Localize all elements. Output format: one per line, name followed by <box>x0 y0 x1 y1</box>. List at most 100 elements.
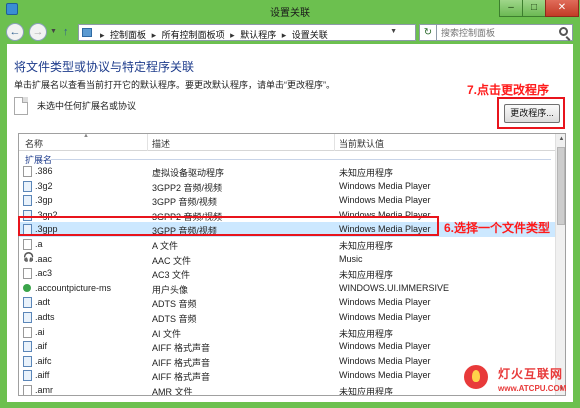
breadcrumb-separator-icon[interactable]: ▸ <box>282 30 287 40</box>
scroll-up-icon[interactable]: ▲ <box>556 134 565 145</box>
scroll-thumb[interactable] <box>557 147 565 225</box>
recent-pages-dropdown-icon[interactable]: ▼ <box>50 28 58 38</box>
media-file-icon <box>23 297 32 309</box>
cell-default: 未知应用程序 <box>339 270 394 281</box>
table-row[interactable]: .3gp 3GPP 音频/视频 Windows Media Player <box>19 193 555 208</box>
cell-desc: AAC 文件 <box>152 255 192 266</box>
cell-desc: 3GPP 音频/视频 <box>152 197 217 208</box>
cell-name: .aac <box>35 253 53 264</box>
table-row[interactable]: 🎧 .aac AAC 文件 Music <box>19 252 555 267</box>
vertical-scrollbar[interactable]: ▲ ▼ <box>555 134 565 395</box>
table-row[interactable]: .adts ADTS 音频 Windows Media Player <box>19 310 555 325</box>
cell-desc: 3GPP2 音频/视频 <box>152 182 223 193</box>
cell-default: Windows Media Player <box>339 297 431 308</box>
table-row[interactable]: .a A 文件 未知应用程序 <box>19 237 555 252</box>
breadcrumb-item[interactable]: 所有控制面板项 <box>162 30 225 40</box>
chevron-down-icon[interactable]: ▼ <box>390 28 397 35</box>
search-input[interactable] <box>437 25 549 40</box>
cell-name: .3gp <box>35 195 53 206</box>
cell-default: WINDOWS.UI.IMMERSIVE <box>339 282 449 293</box>
group-divider <box>51 159 551 160</box>
search-icon[interactable] <box>559 27 568 36</box>
cell-desc: AMR 文件 <box>152 386 193 396</box>
table-row[interactable]: .386 虚拟设备驱动程序 未知应用程序 <box>19 164 555 179</box>
column-header-default[interactable]: 当前默认值 <box>339 137 384 150</box>
cell-default: 未知应用程序 <box>339 240 394 251</box>
minimize-button[interactable]: – <box>499 0 523 17</box>
close-button[interactable]: ✕ <box>545 0 579 17</box>
cell-name: .a <box>35 238 43 249</box>
table-row[interactable]: .ac3 AC3 文件 未知应用程序 <box>19 266 555 281</box>
cell-desc: 用户头像 <box>152 284 189 295</box>
breadcrumb-separator-icon[interactable]: ▸ <box>230 30 235 40</box>
table-row[interactable]: .accountpicture-ms 用户头像 WINDOWS.UI.IMMERSI… <box>19 281 555 296</box>
window-frame: 设置关联 – □ ✕ ← → ▼ ↑ ▸ 控制面板 ▸ 所有控制面板项 ▸ 默认… <box>0 0 580 408</box>
watermark: 灯火互联网 www.ATCPU.COM <box>458 357 578 405</box>
cell-desc: AIFF 格式声音 <box>152 343 210 354</box>
highlight-box-row <box>18 216 439 236</box>
cell-name: .aiff <box>35 370 50 381</box>
file-icon <box>23 384 32 395</box>
page-title: 将文件类型或协议与特定程序关联 <box>14 60 195 74</box>
breadcrumb-separator-icon: ▸ <box>100 30 105 40</box>
column-header-description[interactable]: 描述 <box>152 137 170 150</box>
media-file-icon <box>23 341 32 353</box>
watermark-url: www.ATCPU.COM <box>498 384 567 393</box>
cell-desc: AIFF 格式声音 <box>152 372 210 383</box>
title-bar: 设置关联 – □ ✕ <box>0 0 580 20</box>
cell-desc: ADTS 音频 <box>152 299 197 310</box>
cell-default: 未知应用程序 <box>339 328 394 339</box>
file-icon <box>23 166 32 177</box>
annotation-step6: 6.选择一个文件类型 <box>444 221 551 235</box>
cell-name: .aif <box>35 341 48 352</box>
cell-name: .adts <box>35 311 55 322</box>
window-title: 设置关联 <box>270 8 310 19</box>
column-divider[interactable] <box>334 134 335 151</box>
cell-default: Windows Media Player <box>339 311 431 322</box>
breadcrumb-separator-icon[interactable]: ▸ <box>152 30 157 40</box>
up-button[interactable]: ↑ <box>63 26 69 38</box>
cell-default: Windows Media Player <box>339 180 431 191</box>
column-header-name[interactable]: 名称 <box>25 137 43 150</box>
media-file-icon <box>23 195 32 207</box>
forward-button[interactable]: → <box>29 23 47 41</box>
table-row[interactable]: .ai AI 文件 未知应用程序 <box>19 325 555 340</box>
file-icon <box>23 238 32 250</box>
cell-desc: AI 文件 <box>152 328 182 339</box>
highlight-box-button <box>497 97 565 129</box>
address-bar[interactable]: ▸ 控制面板 ▸ 所有控制面板项 ▸ 默认程序 ▸ 设置关联 ▼ <box>78 24 416 41</box>
cell-name: .adt <box>35 297 51 308</box>
breadcrumb-item[interactable]: 设置关联 <box>292 30 328 40</box>
cell-default: Music <box>339 253 363 264</box>
media-file-icon <box>23 180 32 192</box>
search-box[interactable] <box>436 24 573 41</box>
table-row[interactable]: .3g2 3GPP2 音频/视频 Windows Media Player <box>19 179 555 194</box>
user-icon <box>23 283 31 292</box>
breadcrumb: ▸ 控制面板 ▸ 所有控制面板项 ▸ 默认程序 ▸ 设置关联 <box>97 28 328 41</box>
cell-name: .ai <box>35 326 45 337</box>
cell-name: .accountpicture-ms <box>35 282 112 293</box>
cell-default: Windows Media Player <box>339 341 431 352</box>
breadcrumb-item[interactable]: 默认程序 <box>240 30 276 40</box>
file-icon <box>23 268 32 280</box>
breadcrumb-item[interactable]: 控制面板 <box>110 30 146 40</box>
cell-name: .3g2 <box>35 180 53 191</box>
maximize-button[interactable]: □ <box>522 0 546 17</box>
table-row[interactable]: .aif AIFF 格式声音 Windows Media Player <box>19 339 555 354</box>
table-row[interactable]: .adt ADTS 音频 Windows Media Player <box>19 295 555 310</box>
cell-default: 未知应用程序 <box>339 386 394 396</box>
cell-default: 未知应用程序 <box>339 168 394 178</box>
list-header: 名称 ▲ 描述 当前默认值 <box>19 134 555 151</box>
media-file-icon <box>23 311 32 323</box>
refresh-button[interactable]: ↻ <box>419 24 437 41</box>
selection-status: 未选中任何扩展名或协议 <box>37 101 137 111</box>
back-button[interactable]: ← <box>6 23 24 41</box>
media-file-icon <box>23 370 32 382</box>
file-icon <box>23 326 32 338</box>
cell-default: Windows Media Player <box>339 355 431 366</box>
column-divider[interactable] <box>147 134 148 151</box>
cell-desc: ADTS 音频 <box>152 313 197 324</box>
flame-logo-icon <box>462 363 490 391</box>
watermark-title: 灯火互联网 <box>498 367 564 381</box>
cell-name: .386 <box>35 166 53 176</box>
